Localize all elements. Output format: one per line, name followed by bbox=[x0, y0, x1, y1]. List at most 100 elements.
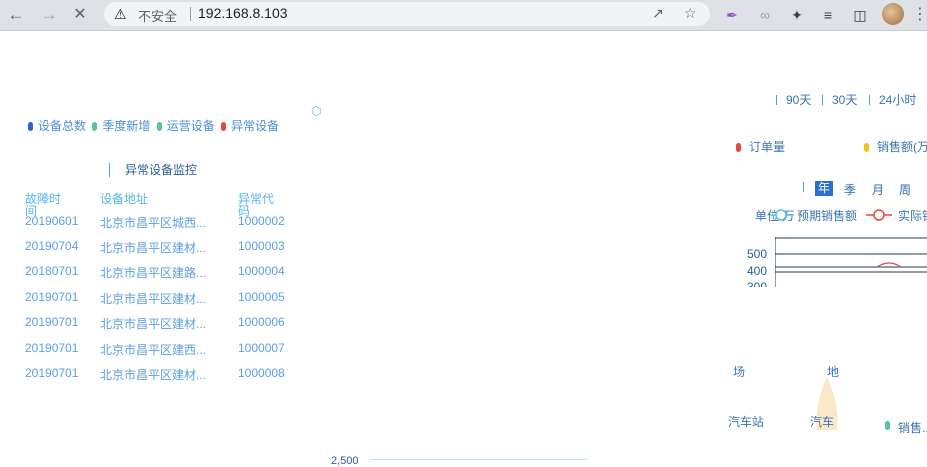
bottom-axis-line bbox=[370, 459, 588, 460]
range-label: 24小时 bbox=[879, 93, 917, 107]
panel-title: 异常设备监控 bbox=[109, 161, 197, 178]
legend-item[interactable]: 异常设备 bbox=[221, 117, 279, 134]
legend-sales[interactable]: 销售额(万 bbox=[864, 138, 927, 155]
range-90d[interactable]: 90天 bbox=[776, 91, 811, 108]
feather-extension-icon[interactable]: ✒ bbox=[722, 5, 742, 25]
range-30d[interactable]: 30天 bbox=[822, 91, 857, 108]
date-cell: 20190601 bbox=[25, 214, 79, 228]
url-text[interactable]: 192.168.8.103 bbox=[198, 5, 288, 21]
code-cell: 1000002 bbox=[238, 214, 285, 228]
code-cell: 1000006 bbox=[238, 315, 285, 329]
tab-week[interactable]: 周 bbox=[899, 181, 911, 198]
tab-year[interactable]: 年 bbox=[815, 181, 834, 196]
device-legend: 设备总数 季度新增 运营设备 异常设备 bbox=[28, 117, 282, 134]
table-row[interactable]: 20190701 北京市昌平区建西... 1000007 bbox=[0, 341, 320, 366]
table-row[interactable]: 20190701 北京市昌平区建材... 1000006 bbox=[0, 315, 320, 340]
bottom-axis-tick: 2,500 bbox=[331, 455, 359, 467]
label-partial-e: 销售... bbox=[898, 421, 927, 435]
address-cell: 北京市昌平区建材... bbox=[100, 292, 207, 306]
puzzle-icon[interactable]: ✦ bbox=[787, 5, 807, 25]
legend-dot bbox=[221, 122, 227, 131]
address-cell: 北京市昌平区建材... bbox=[100, 368, 207, 382]
legend-dot bbox=[736, 143, 741, 152]
share-icon[interactable]: ↗ bbox=[652, 5, 664, 22]
actual-legend-marker bbox=[866, 209, 892, 221]
address-cell: 北京市昌平区建材... bbox=[100, 241, 207, 255]
y-tick-500: 500 bbox=[747, 247, 768, 261]
panel-title-text: 异常设备监控 bbox=[125, 163, 198, 177]
legend-orders[interactable]: 订单量 bbox=[736, 138, 785, 155]
date-cell: 20190701 bbox=[25, 315, 79, 329]
legend-label: 订单量 bbox=[749, 140, 786, 154]
forward-arrow-icon[interactable]: → bbox=[37, 4, 61, 26]
range-label: 90天 bbox=[786, 93, 812, 107]
tab-month[interactable]: 月 bbox=[872, 181, 884, 198]
label-partial-a: 场 bbox=[733, 365, 746, 379]
legend-dot bbox=[92, 122, 98, 131]
date-cell: 20190704 bbox=[25, 239, 79, 253]
legend-label: 销售额(万 bbox=[877, 140, 927, 154]
legend-label: 运营设备 bbox=[166, 119, 215, 133]
legend-item[interactable]: 运营设备 bbox=[156, 117, 215, 134]
y-tick-300: 300 bbox=[747, 281, 767, 287]
star-icon[interactable]: ☆ bbox=[684, 5, 697, 22]
table-row[interactable]: 20180701 北京市昌平区建路... 1000004 bbox=[0, 264, 320, 289]
label-partial-d: 汽车 bbox=[810, 415, 835, 429]
browser-toolbar: ← → ✕ ⚠ 不安全 192.168.8.103 ↗ ☆ ✒ ∞ ✦ ≡ ◫ … bbox=[0, 0, 927, 31]
code-cell: 1000004 bbox=[238, 264, 285, 278]
warning-icon[interactable]: ⚠ bbox=[114, 6, 127, 23]
address-bar[interactable]: ⚠ 不安全 192.168.8.103 ↗ ☆ bbox=[104, 2, 710, 26]
code-cell: 1000008 bbox=[238, 366, 285, 380]
table-row[interactable]: 20190701 北京市昌平区建材... 1000008 bbox=[0, 366, 320, 391]
address-cell: 北京市昌平区建材... bbox=[100, 317, 207, 331]
legend-dot bbox=[864, 143, 869, 152]
range-label: 30天 bbox=[832, 93, 858, 107]
legend-item[interactable]: 设备总数 bbox=[28, 117, 86, 134]
address-cell: 北京市昌平区城西... bbox=[100, 216, 207, 230]
date-cell: 20190701 bbox=[25, 290, 79, 304]
legend-dot bbox=[28, 122, 33, 131]
avatar[interactable] bbox=[882, 3, 904, 25]
menu-icon[interactable]: ⋮ bbox=[912, 4, 927, 26]
title-accent-bar bbox=[109, 163, 110, 177]
close-icon[interactable]: ✕ bbox=[68, 4, 92, 26]
column-header-address: 设备地址 bbox=[100, 192, 149, 206]
actual-sales-line bbox=[876, 262, 902, 268]
y-tick-400: 400 bbox=[747, 264, 768, 278]
cube-icon: ⬡ bbox=[311, 104, 322, 118]
legend-label: 季度新增 bbox=[102, 119, 151, 133]
table-row[interactable]: 20190704 北京市昌平区建材... 1000003 bbox=[0, 239, 320, 264]
range-divider bbox=[822, 95, 823, 105]
side-panel-icon[interactable]: ◫ bbox=[850, 5, 870, 25]
legend-actual-sales[interactable]: 实际销 bbox=[898, 207, 927, 224]
legend-label: 设备总数 bbox=[38, 119, 87, 133]
y-tick-300-text: 300 bbox=[747, 281, 767, 287]
date-cell: 20180701 bbox=[25, 264, 79, 278]
date-cell: 20190701 bbox=[25, 341, 79, 355]
reading-list-icon[interactable]: ≡ bbox=[818, 5, 838, 25]
tab-quarter[interactable]: 季 bbox=[844, 181, 856, 198]
code-cell: 1000007 bbox=[238, 341, 285, 355]
table-row[interactable]: 20190601 北京市昌平区城西... 1000002 bbox=[0, 214, 320, 239]
code-cell: 1000003 bbox=[238, 239, 285, 253]
range-divider bbox=[776, 95, 777, 105]
link-extension-icon[interactable]: ∞ bbox=[755, 5, 775, 25]
legend-expected-sales[interactable]: 预期销售额 bbox=[797, 207, 857, 224]
period-divider bbox=[803, 182, 804, 192]
legend-dot bbox=[156, 122, 162, 131]
range-24h[interactable]: 24小时 bbox=[869, 91, 916, 108]
security-label[interactable]: 不安全 bbox=[138, 6, 177, 25]
divider bbox=[190, 7, 191, 21]
sales-chart-plot bbox=[775, 237, 927, 287]
legend-label: 异常设备 bbox=[231, 119, 280, 133]
code-cell: 1000005 bbox=[238, 290, 285, 304]
address-cell: 北京市昌平区建西... bbox=[100, 343, 207, 357]
back-arrow-icon[interactable]: ← bbox=[4, 4, 28, 26]
expected-legend-marker bbox=[770, 209, 794, 221]
legend-item[interactable]: 季度新增 bbox=[92, 117, 150, 134]
date-cell: 20190701 bbox=[25, 366, 79, 380]
table-row[interactable]: 20190701 北京市昌平区建材... 1000005 bbox=[0, 290, 320, 315]
range-divider bbox=[869, 95, 870, 105]
legend-dot bbox=[885, 421, 890, 430]
label-partial-c: 汽车站 bbox=[728, 415, 765, 429]
